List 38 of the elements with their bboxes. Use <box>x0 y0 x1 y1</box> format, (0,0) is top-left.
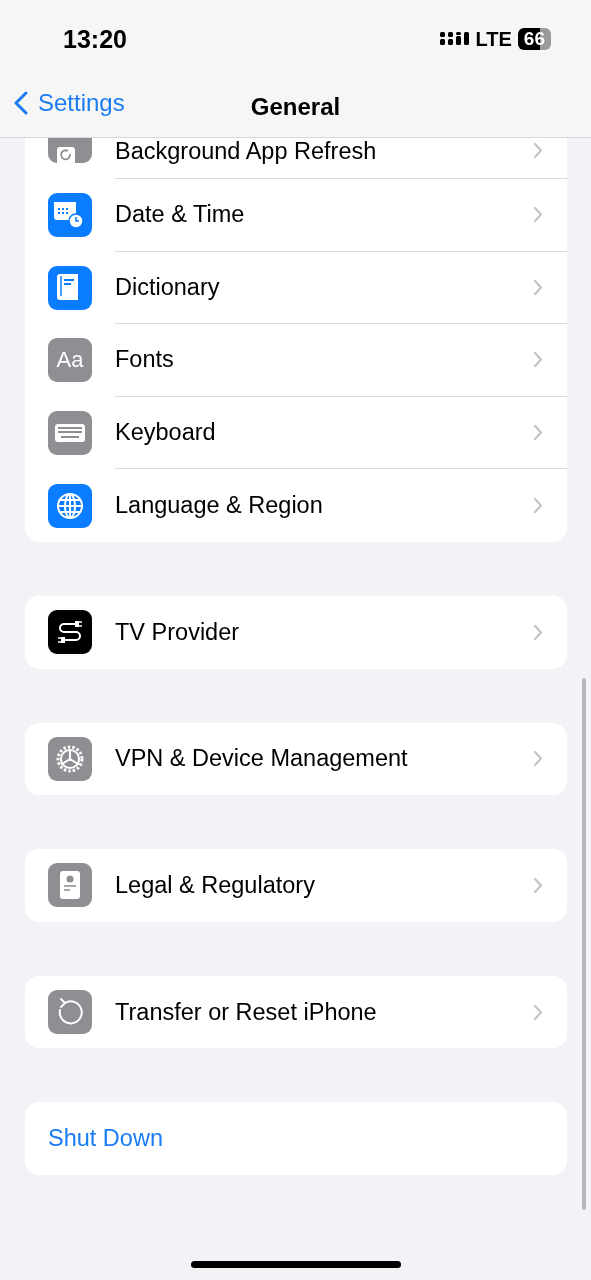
settings-row[interactable]: Background App Refresh <box>25 138 567 179</box>
settings-row[interactable]: Legal & Regulatory <box>25 849 567 922</box>
row-label: Date & Time <box>115 201 245 229</box>
chevron-icon <box>533 206 543 224</box>
chevron-icon <box>533 278 543 296</box>
chevron-icon <box>533 351 543 369</box>
chevron-icon <box>533 750 543 768</box>
settings-row[interactable]: Date & Time <box>25 179 567 252</box>
chevron-icon <box>533 1003 543 1021</box>
text-icon: Aa <box>48 338 92 383</box>
settings-row[interactable]: Aa Fonts <box>25 324 567 397</box>
page-title: General <box>250 93 341 121</box>
status-time: 13:20 <box>63 24 127 54</box>
chevron-icon <box>533 142 543 159</box>
settings-row[interactable]: Dictionary <box>25 251 567 325</box>
back-chevron-icon <box>14 91 28 115</box>
row-label: TV Provider <box>115 618 240 646</box>
settings-row[interactable]: Transfer or Reset iPhone <box>25 975 567 1049</box>
row-label: Keyboard <box>115 419 216 447</box>
row-label: Legal & Regulatory <box>115 871 315 899</box>
chevron-icon <box>533 424 543 442</box>
chevron-icon <box>533 623 543 641</box>
back-button[interactable]: Settings <box>14 89 125 117</box>
row-label: Fonts <box>115 346 174 374</box>
settings-row[interactable]: Keyboard <box>25 396 567 470</box>
signal-icon <box>439 31 470 47</box>
chevron-icon <box>533 876 543 894</box>
row-label: Language & Region <box>115 492 323 520</box>
row-label: VPN & Device Management <box>115 745 408 773</box>
settings-row[interactable]: TV Provider <box>25 595 567 669</box>
settings-row[interactable]: Language & Region <box>25 469 567 542</box>
chevron-icon <box>533 497 543 515</box>
row-label: Dictionary <box>115 273 220 301</box>
row-label: Transfer or Reset iPhone <box>115 998 377 1026</box>
settings-row[interactable]: VPN & Device Management <box>25 722 567 796</box>
network-label: LTE <box>475 27 512 51</box>
row-label: Background App Refresh <box>115 138 377 164</box>
shut-down-button[interactable]: Shut Down <box>25 1102 567 1175</box>
